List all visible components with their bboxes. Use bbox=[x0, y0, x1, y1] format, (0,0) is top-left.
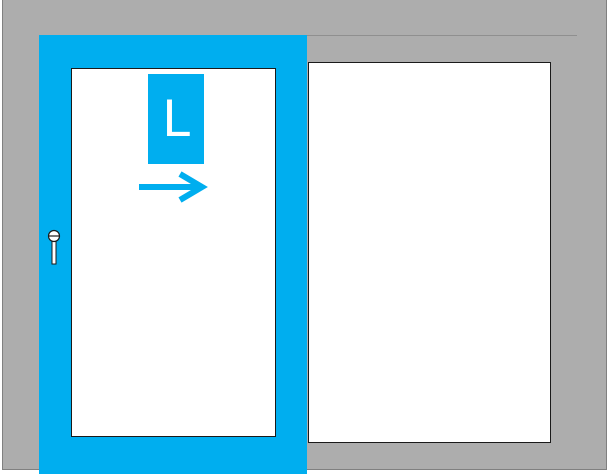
panel-side-label: L bbox=[162, 90, 190, 148]
handle-icon bbox=[47, 228, 63, 271]
fixed-panel-glass bbox=[308, 62, 551, 443]
frame-head-line bbox=[306, 35, 577, 36]
door-diagram: L bbox=[0, 0, 610, 474]
arrow-right-icon bbox=[138, 170, 210, 211]
panel-side-badge: L bbox=[148, 74, 204, 164]
